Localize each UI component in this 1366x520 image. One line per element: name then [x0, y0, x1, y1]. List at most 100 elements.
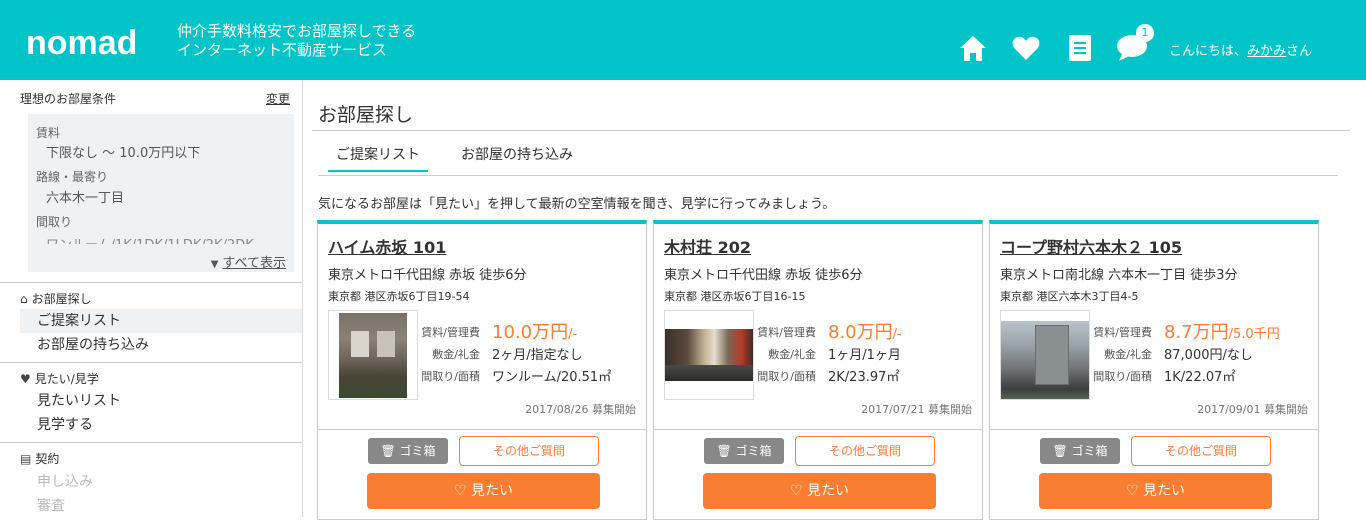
- want-label: 見たい: [471, 483, 513, 499]
- conditions-box: 賃料 下限なし ～ 10.0万円以下 路線・最寄り 六本木一丁目 間取り ワンル…: [28, 114, 294, 272]
- deposit-key-value: 2ヶ月/指定なし: [492, 348, 583, 363]
- card-divider: [654, 429, 982, 430]
- trash-icon: 🗑: [1052, 444, 1068, 458]
- photo-window: [377, 331, 395, 357]
- property-card: ハイム赤坂 101 東京メトロ千代田線 赤坂 徒歩6分 東京都 港区赤坂6丁目1…: [317, 220, 647, 520]
- other-question-button[interactable]: その他ご質問: [1131, 436, 1271, 466]
- station-info: 東京メトロ千代田線 赤坂 徒歩6分: [664, 268, 863, 283]
- sidebar: 理想のお部屋条件 変更 賃料 下限なし ～ 10.0万円以下 路線・最寄り 六本…: [0, 80, 303, 517]
- change-conditions-link[interactable]: 変更: [266, 90, 290, 107]
- listing-date: 2017/07/21 募集開始: [861, 403, 972, 416]
- user-name-link[interactable]: みかみ: [1247, 44, 1286, 59]
- property-photo[interactable]: [1000, 310, 1090, 400]
- heart-outline-icon: ♡: [1125, 483, 1139, 499]
- address: 東京都 港区赤坂6丁目19-54: [328, 290, 470, 303]
- heart-icon: ♥: [20, 372, 31, 386]
- rent-value: 8.7万円/5.0千円: [1164, 318, 1280, 344]
- management-fee: /5.0千円: [1228, 327, 1280, 342]
- document-icon: ▤: [20, 452, 32, 466]
- sidebar-item-want-list[interactable]: 見たいリスト: [20, 389, 302, 413]
- want-label: 見たい: [807, 483, 849, 499]
- deposit-key-value: 87,000円/なし: [1164, 348, 1253, 363]
- property-name[interactable]: ハイム赤坂 101: [328, 234, 446, 258]
- photo-road: [665, 365, 753, 381]
- section-contract-heading: ▤ 契約: [20, 450, 59, 467]
- sidebar-item-bring[interactable]: お部屋の持ち込み: [20, 333, 302, 357]
- property-name[interactable]: コープ野村六本木２ 105: [1000, 234, 1182, 258]
- greeting: こんにちは、みかみさん: [1169, 40, 1312, 59]
- station-value: 六本木一丁目: [46, 191, 125, 206]
- logo[interactable]: nomad: [26, 24, 137, 63]
- rent-fee-label: 賃料/管理費: [757, 326, 816, 339]
- property-photo[interactable]: [664, 310, 754, 400]
- conditions-title: 理想のお部屋条件: [20, 92, 117, 106]
- home-icon[interactable]: [958, 34, 988, 62]
- triangle-down-icon: ▼: [210, 259, 219, 270]
- section-want-label: 見たい/見学: [34, 372, 99, 386]
- property-name[interactable]: 木村荘 202: [664, 234, 751, 258]
- layout-area-value: ワンルーム/20.51㎡: [492, 370, 612, 385]
- section-contract-label: 契約: [35, 452, 60, 466]
- rent-value: 下限なし ～ 10.0万円以下: [46, 146, 201, 161]
- deposit-key-label: 敷金/礼金: [1104, 348, 1152, 361]
- want-button[interactable]: ♡ 見たい: [703, 473, 936, 509]
- trash-button[interactable]: 🗑 ゴミ箱: [1040, 438, 1120, 464]
- other-question-button[interactable]: その他ご質問: [459, 436, 599, 466]
- home-icon: ⌂: [20, 292, 28, 306]
- trash-label: ゴミ箱: [735, 444, 772, 458]
- want-button[interactable]: ♡ 見たい: [1039, 473, 1272, 509]
- trash-button[interactable]: 🗑 ゴミ箱: [368, 438, 448, 464]
- management-fee: /-: [892, 327, 902, 342]
- rent-fee-label: 賃料/管理費: [1093, 326, 1152, 339]
- property-card: コープ野村六本木２ 105 東京メトロ南北線 六本木一丁目 徒歩3分 東京都 港…: [989, 220, 1319, 520]
- tagline-line-1: 仲介手数料格安でお部屋探しできる: [177, 22, 417, 40]
- property-photo[interactable]: [328, 310, 418, 400]
- layout-area-label: 間取り/面積: [1093, 370, 1152, 383]
- photo-window: [351, 331, 369, 357]
- greeting-suffix: さん: [1286, 44, 1313, 59]
- heart-outline-icon: ♡: [453, 483, 467, 499]
- trash-label: ゴミ箱: [1071, 444, 1108, 458]
- title-divider: [312, 130, 1350, 131]
- sidebar-divider: [0, 362, 302, 363]
- station-label: 路線・最寄り: [36, 170, 109, 184]
- layout-area-value: 1K/22.07㎡: [1164, 370, 1236, 385]
- sidebar-divider: [0, 282, 302, 283]
- rent-amount: 10.0万円: [492, 322, 569, 343]
- heart-icon[interactable]: [1011, 34, 1041, 62]
- page-title: お部屋探し: [318, 104, 414, 126]
- header-bar: nomad 仲介手数料格安でお部屋探しできる インターネット不動産サービス 1 …: [0, 0, 1366, 80]
- layout-label: 間取り: [36, 215, 73, 229]
- layout-area-value: 2K/23.97㎡: [828, 370, 900, 385]
- rent-label: 賃料: [36, 126, 61, 140]
- layout-area-label: 間取り/面積: [757, 370, 816, 383]
- document-icon[interactable]: [1065, 34, 1095, 62]
- station-info: 東京メトロ南北線 六本木一丁目 徒歩3分: [1000, 268, 1238, 283]
- section-want-heading: ♥ 見たい/見学: [20, 370, 99, 387]
- other-question-button[interactable]: その他ご質問: [795, 436, 935, 466]
- show-all-label: すべて表示: [222, 256, 286, 271]
- sidebar-divider: [0, 442, 302, 443]
- section-search-label: お部屋探し: [31, 292, 92, 306]
- sidebar-item-apply: 申し込み: [37, 474, 93, 490]
- photo-building-front: [1035, 325, 1069, 385]
- rent-fee-label: 賃料/管理費: [421, 326, 480, 339]
- notification-badge: 1: [1136, 24, 1154, 42]
- rent-amount: 8.7万円: [1164, 322, 1229, 343]
- trash-button[interactable]: 🗑 ゴミ箱: [704, 438, 784, 464]
- trash-icon: 🗑: [716, 444, 732, 458]
- sidebar-item-review: 審査: [37, 498, 65, 514]
- want-button[interactable]: ♡ 見たい: [367, 473, 600, 509]
- trash-label: ゴミ箱: [399, 444, 436, 458]
- tab-bring[interactable]: お部屋の持ち込み: [461, 144, 573, 170]
- tab-proposals[interactable]: ご提案リスト: [328, 144, 428, 172]
- card-divider: [990, 429, 1318, 430]
- card-divider: [318, 429, 646, 430]
- show-all-link[interactable]: ▼ すべて表示: [211, 252, 286, 271]
- photo-building: [339, 313, 407, 398]
- layout-value: ワンルーム/1K/1DK/1LDK/2K/2DK: [46, 234, 294, 244]
- listing-date: 2017/09/01 募集開始: [1197, 403, 1308, 416]
- deposit-key-label: 敷金/礼金: [768, 348, 816, 361]
- sidebar-item-visit[interactable]: 見学する: [20, 413, 302, 437]
- sidebar-item-proposals[interactable]: ご提案リスト: [20, 309, 302, 333]
